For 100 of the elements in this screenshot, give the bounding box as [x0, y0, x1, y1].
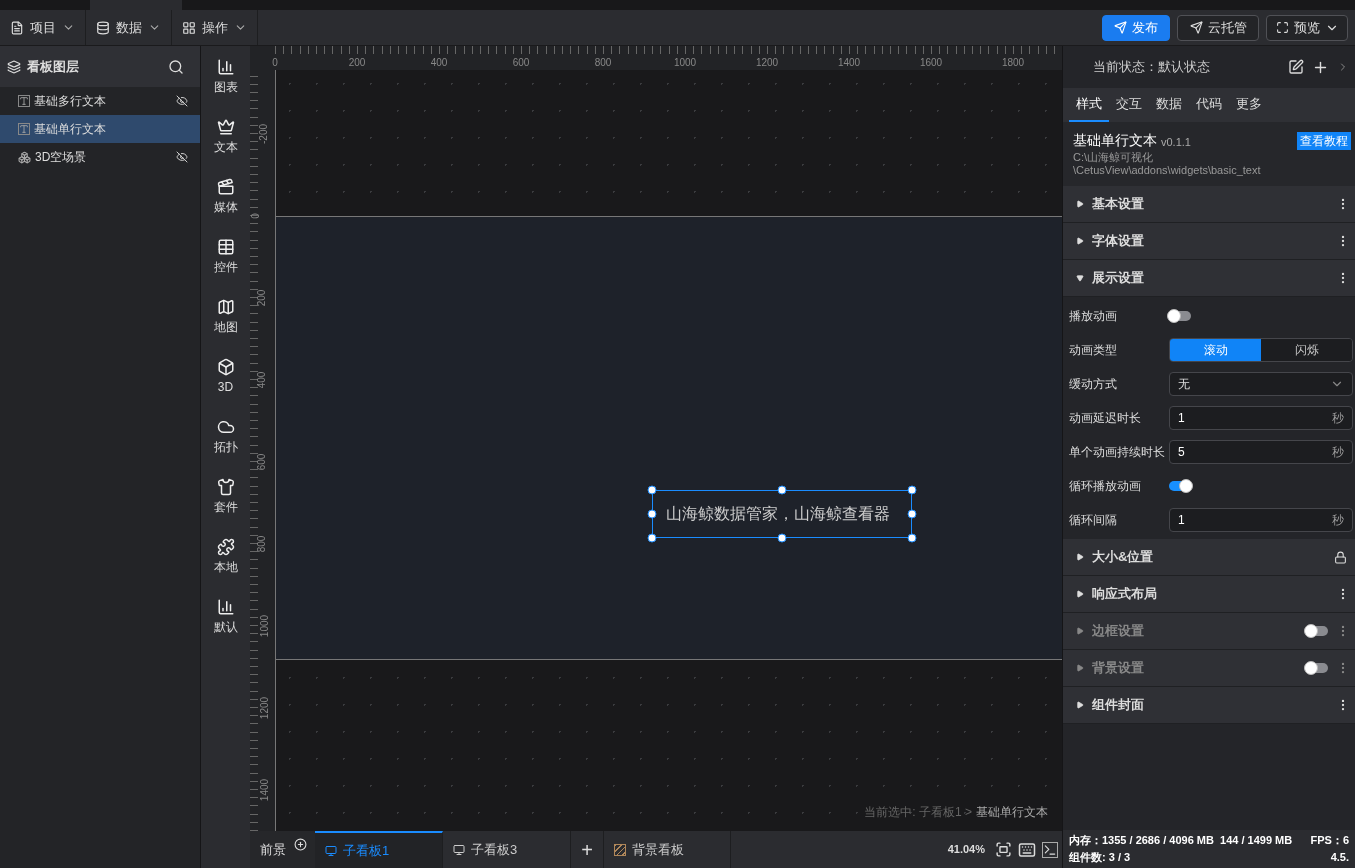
category-button[interactable]: 拓扑: [213, 418, 238, 462]
ruler-label: 200: [348, 56, 366, 70]
add-tab-button[interactable]: +: [571, 831, 604, 868]
ruler-label: 800: [594, 56, 612, 70]
zoom-level: 41.04%: [947, 842, 985, 858]
ruler-label: 1400: [837, 56, 861, 70]
fit-screen-icon[interactable]: [995, 841, 1012, 858]
layer-label: 基础多行文本: [34, 93, 107, 110]
action-button[interactable]: 预览: [1266, 14, 1348, 41]
category-button[interactable]: 3D: [216, 358, 235, 402]
resize-handle[interactable]: [907, 509, 917, 519]
section-header[interactable]: 展示设置: [1063, 260, 1355, 297]
toggle-switch[interactable]: [1169, 311, 1191, 321]
category-icon: [216, 538, 235, 556]
caret-down-icon: [1076, 274, 1084, 282]
version-label: 4.5.: [1330, 850, 1349, 865]
select-field[interactable]: 无: [1169, 372, 1353, 396]
category-icon: [216, 58, 235, 76]
panel-tab[interactable]: 代码: [1189, 88, 1229, 122]
ruler-label: 1800: [1001, 56, 1025, 70]
segment-option[interactable]: 闪烁: [1261, 339, 1352, 361]
fps-status: FPS：6: [1310, 833, 1349, 848]
section-title: 背景设置: [1092, 659, 1145, 678]
ruler-label: 1000: [673, 56, 697, 70]
resize-handle[interactable]: [647, 509, 657, 519]
menu-button[interactable]: 数据: [86, 10, 172, 45]
category-icon: [216, 178, 235, 196]
caret-right-icon: [1076, 590, 1084, 598]
category-button[interactable]: 默认: [213, 598, 238, 642]
panel-tab[interactable]: 数据: [1149, 88, 1189, 122]
section-title: 组件封面: [1092, 696, 1145, 715]
section-title: 字体设置: [1092, 232, 1145, 251]
category-button[interactable]: 媒体: [213, 178, 238, 222]
current-state: 当前状态：默认状态: [1093, 58, 1211, 77]
section-header[interactable]: 大小&位置: [1063, 539, 1355, 576]
category-button[interactable]: 套件: [213, 478, 238, 522]
resize-handle[interactable]: [647, 485, 657, 495]
lock-icon[interactable]: [1334, 550, 1347, 564]
board-tab[interactable]: 子看板1: [315, 831, 443, 868]
resize-handle[interactable]: [777, 533, 787, 543]
edit-icon[interactable]: [1288, 59, 1304, 75]
ruler-label: 600: [254, 453, 268, 471]
widget-name: 基础单行文本: [1073, 131, 1157, 150]
panel-tab[interactable]: 更多: [1229, 88, 1269, 122]
number-field[interactable]: 1 秒: [1169, 406, 1353, 430]
section-title: 展示设置: [1092, 269, 1145, 288]
ruler-label: 1200: [257, 696, 271, 720]
panel-tab[interactable]: 交互: [1109, 88, 1149, 122]
widget-path: C:\山海鲸可视化: [1073, 151, 1155, 164]
category-button[interactable]: 控件: [213, 238, 238, 282]
eye-off-icon[interactable]: [176, 151, 188, 163]
number-field[interactable]: 5 秒: [1169, 440, 1353, 464]
breadcrumb-current: 基础单行文本: [976, 804, 1048, 821]
ruler-label: 0: [249, 213, 263, 219]
field-label: 缓动方式: [1069, 376, 1118, 393]
action-button[interactable]: 云托管: [1177, 14, 1259, 41]
text-layer-icon: [18, 123, 30, 135]
field-label: 动画延迟时长: [1069, 410, 1142, 427]
caret-right-icon: [1076, 664, 1084, 672]
resize-handle[interactable]: [647, 533, 657, 543]
segment-option[interactable]: 滚动: [1170, 339, 1261, 361]
layer-label: 3D空场景: [35, 149, 88, 166]
section-header[interactable]: 字体设置: [1063, 223, 1355, 260]
monitor-icon: [453, 843, 465, 856]
keyboard-icon[interactable]: [1018, 840, 1036, 859]
layer-item[interactable]: 3D空场景: [0, 143, 200, 171]
menu-button[interactable]: 操作: [172, 10, 258, 45]
category-icon: [216, 478, 235, 496]
category-icon: [216, 118, 235, 136]
section-header[interactable]: 组件封面: [1063, 687, 1355, 724]
category-icon: [216, 418, 235, 436]
menu-icon: [182, 20, 196, 35]
resize-handle[interactable]: [777, 485, 787, 495]
field-label: 动画类型: [1069, 342, 1118, 359]
category-button[interactable]: 文本: [213, 118, 238, 162]
category-button[interactable]: 本地: [213, 538, 238, 582]
caret-right-icon: [1076, 553, 1084, 561]
resize-handle[interactable]: [907, 533, 917, 543]
add-circle-icon[interactable]: [294, 838, 307, 851]
layer-item[interactable]: 基础多行文本: [0, 87, 200, 115]
send-icon: [1114, 21, 1127, 34]
field-label: 单个动画持续时长: [1069, 444, 1166, 461]
layer-item[interactable]: 基础单行文本: [0, 115, 200, 143]
toggle-switch[interactable]: [1169, 481, 1191, 491]
field-value: 1: [1178, 512, 1185, 529]
background-board-tab[interactable]: 背景看板: [604, 831, 731, 868]
eye-off-icon[interactable]: [176, 95, 188, 107]
tutorial-button[interactable]: 查看教程: [1297, 131, 1351, 150]
menu-button[interactable]: 项目: [0, 10, 86, 45]
number-field[interactable]: 1 秒: [1169, 508, 1353, 532]
unit-label: 秒: [1332, 512, 1344, 529]
resize-handle[interactable]: [907, 485, 917, 495]
section-header[interactable]: 响应式布局: [1063, 576, 1355, 613]
search-icon[interactable]: [168, 58, 184, 75]
terminal-icon[interactable]: [1042, 841, 1058, 858]
section-header[interactable]: 基本设置: [1063, 186, 1355, 223]
category-button[interactable]: 图表: [213, 58, 238, 102]
action-button[interactable]: 发布: [1102, 14, 1170, 41]
board-tab[interactable]: 子看板3: [443, 831, 571, 868]
category-button[interactable]: 地图: [213, 298, 238, 342]
